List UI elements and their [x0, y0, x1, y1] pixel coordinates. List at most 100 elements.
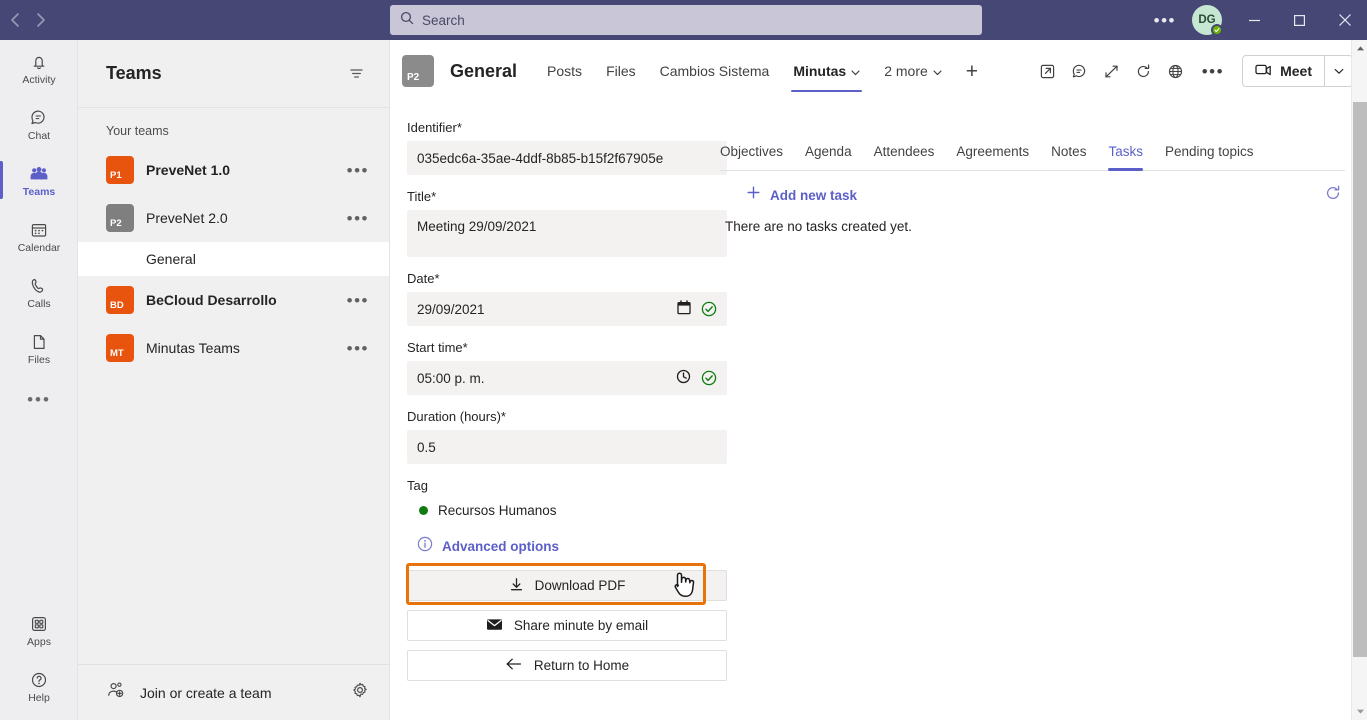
title-value: Meeting 29/09/2021 [417, 219, 537, 234]
gear-icon[interactable] [351, 681, 369, 704]
close-button[interactable] [1322, 0, 1367, 40]
title-field[interactable]: Meeting 29/09/2021 [407, 210, 727, 257]
chat-icon [29, 107, 49, 129]
tab-label: Tasks [1108, 143, 1143, 159]
tag-color-dot [419, 506, 428, 515]
add-new-task-button[interactable]: Add new task [720, 185, 1345, 205]
tab-files[interactable]: Files [594, 40, 648, 102]
presence-available-icon [1211, 24, 1223, 36]
channel-row-general[interactable]: General [78, 242, 389, 276]
rail-more-icon[interactable]: ••• [0, 376, 78, 422]
start-time-field[interactable]: 05:00 p. m. [407, 361, 727, 395]
search-input[interactable] [422, 12, 972, 28]
sidebar-item-help[interactable]: Help [0, 658, 78, 714]
titlebar-more-icon[interactable]: ••• [1144, 12, 1186, 29]
tab-label: Attendees [873, 143, 935, 159]
team-more-icon[interactable]: ••• [341, 162, 375, 179]
channel-title: General [450, 60, 518, 81]
tag-item[interactable]: Recursos Humanos [407, 503, 727, 518]
sidebar-item-files[interactable]: Files [0, 320, 78, 376]
file-icon [29, 331, 49, 353]
tab-attendees[interactable]: Attendees [863, 132, 946, 171]
chat-icon[interactable] [1064, 55, 1096, 87]
search-bar[interactable] [390, 5, 982, 35]
team-avatar: P2 [106, 204, 134, 232]
team-row[interactable]: BD BeCloud Desarrollo ••• [78, 276, 389, 324]
tab-label: Cambios Sistema [659, 63, 770, 79]
refresh-icon[interactable] [1128, 55, 1160, 87]
tab-cambios-sistema[interactable]: Cambios Sistema [648, 40, 782, 102]
forward-icon[interactable] [35, 12, 46, 28]
team-name: BeCloud Desarrollo [146, 292, 277, 308]
refresh-tasks-icon[interactable] [1321, 181, 1345, 205]
clock-picker-icon[interactable] [676, 369, 691, 387]
minimize-button[interactable] [1232, 0, 1277, 40]
tab-minutas[interactable]: Minutas [781, 40, 872, 102]
back-icon[interactable] [10, 12, 21, 28]
minute-detail-panel: Objectives Agenda Attendees Agreements N… [720, 102, 1345, 234]
popout-icon[interactable] [1032, 55, 1064, 87]
channel-more-icon[interactable]: ••• [1192, 63, 1234, 80]
tab-objectives[interactable]: Objectives [720, 132, 794, 171]
team-row[interactable]: P2 PreveNet 2.0 ••• [78, 194, 389, 242]
channel-tabs: Posts Files Cambios Sistema Minutas 2 mo… [535, 40, 990, 102]
sidebar-item-teams[interactable]: Teams [0, 152, 78, 208]
chevron-down-icon[interactable] [933, 63, 942, 79]
team-more-icon[interactable]: ••• [341, 292, 375, 309]
tab-label: Posts [547, 63, 583, 79]
scroll-down-arrow[interactable] [1352, 703, 1367, 720]
tab-more[interactable]: 2 more [872, 40, 954, 102]
team-more-icon[interactable]: ••• [341, 340, 375, 357]
tab-label: Files [606, 63, 636, 79]
team-row[interactable]: P1 PreveNet 1.0 ••• [78, 146, 389, 194]
sidebar-item-chat[interactable]: Chat [0, 96, 78, 152]
tab-posts[interactable]: Posts [535, 40, 594, 102]
tab-agenda[interactable]: Agenda [794, 132, 863, 171]
return-to-home-button[interactable]: Return to Home [407, 650, 727, 681]
identifier-field[interactable]: 035edc6a-35ae-4ddf-8b85-b15f2f67905e [407, 141, 727, 175]
scroll-up-arrow[interactable] [1352, 40, 1367, 57]
start-time-label: Start time* [407, 340, 468, 355]
chevron-down-icon[interactable] [851, 63, 860, 79]
team-more-icon[interactable]: ••• [341, 210, 375, 227]
vertical-scrollbar[interactable] [1351, 40, 1367, 720]
meet-label: Meet [1280, 63, 1312, 79]
sidebar-item-activity[interactable]: Activity [0, 40, 78, 96]
advanced-options-link[interactable]: Advanced options [407, 536, 727, 557]
date-value: 29/09/2021 [417, 301, 485, 317]
phone-icon [29, 275, 49, 297]
sidebar-item-apps[interactable]: Apps [0, 602, 78, 658]
download-icon [509, 577, 524, 595]
avatar[interactable]: DG [1192, 5, 1223, 36]
filter-icon[interactable] [344, 61, 369, 86]
sidebar-item-label: Apps [27, 635, 51, 648]
date-field[interactable]: 29/09/2021 [407, 292, 727, 326]
meet-button[interactable]: Meet [1243, 56, 1324, 86]
download-pdf-button[interactable]: Download PDF [407, 570, 727, 601]
team-row[interactable]: MT Minutas Teams ••• [78, 324, 389, 372]
add-tab-button[interactable]: + [954, 61, 990, 82]
tab-pending-topics[interactable]: Pending topics [1154, 132, 1265, 171]
meet-dropdown-button[interactable] [1324, 56, 1352, 86]
sidebar-item-calls[interactable]: Calls [0, 264, 78, 320]
date-label: Date* [407, 271, 440, 286]
duration-field[interactable]: 0.5 [407, 430, 727, 464]
tab-notes[interactable]: Notes [1040, 132, 1097, 171]
expand-icon[interactable] [1096, 55, 1128, 87]
calendar-picker-icon[interactable] [677, 300, 691, 318]
tag-label: Tag [407, 478, 428, 493]
add-new-task-label: Add new task [770, 187, 858, 203]
scrollbar-thumb[interactable] [1353, 102, 1367, 657]
tab-label: Pending topics [1164, 143, 1254, 159]
sidebar-item-calendar[interactable]: Calendar [0, 208, 78, 264]
teams-app-window: ••• DG Activity [0, 0, 1367, 720]
team-avatar: BD [106, 286, 134, 314]
maximize-button[interactable] [1277, 0, 1322, 40]
share-by-email-button[interactable]: Share minute by email [407, 610, 727, 641]
tab-tasks[interactable]: Tasks [1097, 132, 1154, 171]
tab-agreements[interactable]: Agreements [945, 132, 1040, 171]
search-icon [400, 11, 414, 30]
join-or-create-team-button[interactable]: Join or create a team [140, 685, 337, 701]
globe-icon[interactable] [1160, 55, 1192, 87]
sidebar-item-label: Teams [22, 185, 56, 198]
